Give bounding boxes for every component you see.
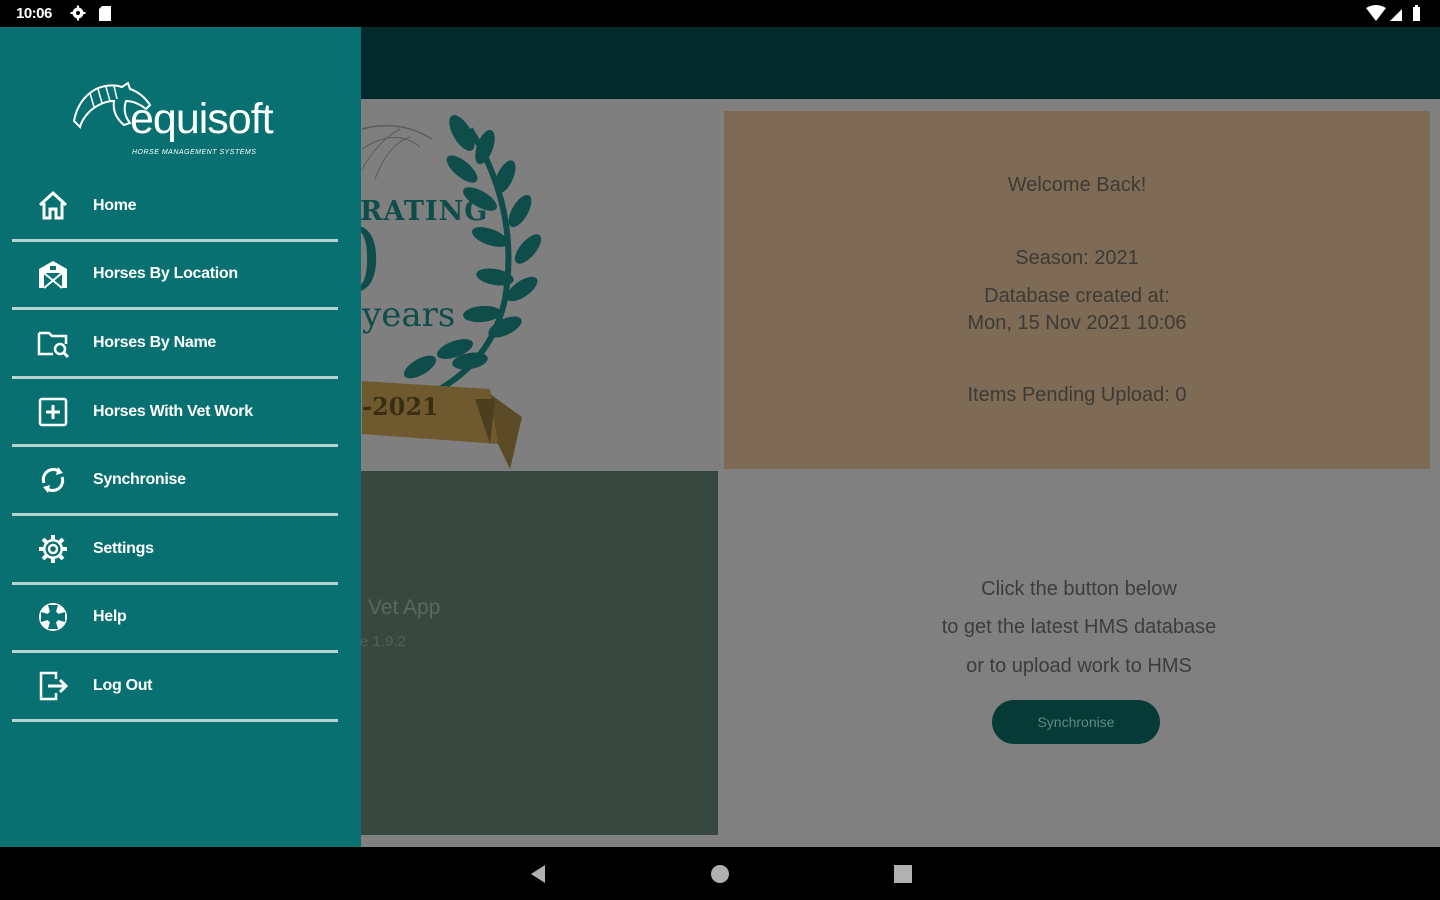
menu-item-label: Synchronise <box>93 471 186 489</box>
equisoft-logo: equisoft HORSE MANAGEMENT SYSTEMS <box>70 79 300 165</box>
sync-tile: Click the button below to get the latest… <box>718 471 1440 847</box>
celebration-years: years <box>362 295 456 335</box>
status-time: 10:06 <box>16 5 52 22</box>
plus-box-icon <box>38 397 68 426</box>
menu-item-settings[interactable]: Settings <box>12 516 338 585</box>
sync-instruction-line1: Click the button below <box>981 578 1177 600</box>
logout-icon <box>39 671 69 701</box>
menu-item-label: Help <box>93 608 127 626</box>
sd-card-icon <box>99 6 111 21</box>
db-created-value: Mon, 15 Nov 2021 10:06 <box>967 312 1187 334</box>
status-bar: 10:06 <box>0 0 1440 27</box>
system-nav-bar <box>0 847 1440 900</box>
menu-item-label: Home <box>93 196 137 214</box>
wifi-signal-battery-icon <box>1366 5 1420 21</box>
menu-item-label: Horses By Location <box>93 265 238 283</box>
settings-status-icon <box>70 5 86 21</box>
menu-item-horses-by-location[interactable]: Horses By Location <box>12 242 338 311</box>
menu-item-log-out[interactable]: Log Out <box>12 653 338 722</box>
brand-name: equisoft <box>130 95 274 143</box>
menu-item-label: Log Out <box>93 676 153 694</box>
gear-icon <box>39 534 67 563</box>
navigation-drawer: equisoft HORSE MANAGEMENT SYSTEMS Home H… <box>0 27 361 847</box>
welcome-tile: Welcome Back! Season: 2021 Database crea… <box>724 111 1430 469</box>
menu-item-label: Horses With Vet Work <box>93 402 253 420</box>
sync-instruction-line3: or to upload work to HMS <box>966 655 1192 677</box>
app-name: Vet App <box>368 596 441 619</box>
db-created-label: Database created at: <box>984 285 1170 307</box>
celebration-ribbon-text: -2021 <box>362 392 439 421</box>
brand-tagline: HORSE MANAGEMENT SYSTEMS <box>132 149 257 156</box>
home-nav-icon[interactable] <box>709 863 731 885</box>
menu-item-label: Horses By Name <box>93 333 216 351</box>
pending-upload-text: Items Pending Upload: 0 <box>967 384 1187 406</box>
app-version: e 1.9.2 <box>360 633 406 650</box>
recents-icon[interactable] <box>892 863 914 885</box>
sync-icon <box>41 467 65 494</box>
sync-instruction-line2: to get the latest HMS database <box>941 616 1217 638</box>
drawer-menu: Home Horses By Location Horses By Name H… <box>12 173 338 722</box>
synchronise-button[interactable]: Synchronise <box>992 700 1160 744</box>
welcome-greeting: Welcome Back! <box>1007 174 1147 196</box>
season-text: Season: 2021 <box>1015 247 1139 269</box>
menu-item-synchronise[interactable]: Synchronise <box>12 447 338 516</box>
folder-search-icon <box>37 331 70 359</box>
menu-item-help[interactable]: Help <box>12 585 338 654</box>
home-icon <box>38 190 68 220</box>
lifebuoy-icon <box>39 603 67 632</box>
menu-item-home[interactable]: Home <box>12 173 338 242</box>
menu-item-horses-by-name[interactable]: Horses By Name <box>12 310 338 379</box>
barn-icon <box>39 261 67 290</box>
menu-item-label: Settings <box>93 539 154 557</box>
menu-item-horses-with-vet-work[interactable]: Horses With Vet Work <box>12 379 338 448</box>
back-icon[interactable] <box>527 863 549 885</box>
